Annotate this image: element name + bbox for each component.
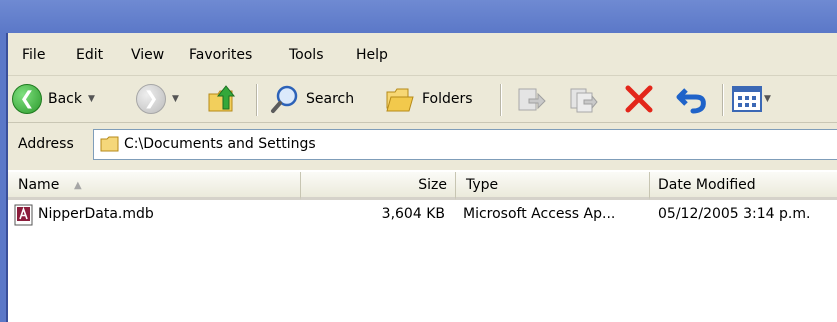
address-input[interactable]: C:\Documents and Settings [93,129,837,160]
column-type-label: Type [466,177,499,193]
forward-arrow-icon: ❯ [136,84,166,114]
folders-icon [386,88,414,112]
forward-button[interactable]: ❯ ▼ [136,84,179,114]
menu-edit[interactable]: Edit [76,47,103,63]
search-button[interactable]: Search [270,84,354,114]
table-row[interactable]: NipperData.mdb 3,604 KB Microsoft Access… [8,204,837,228]
column-header-date-modified[interactable]: Date Modified [650,172,837,200]
column-header-name[interactable]: Name ▲ [8,172,301,200]
toolbar-separator [256,84,258,116]
up-folder-button[interactable] [206,83,240,115]
menu-help[interactable]: Help [356,47,388,63]
window-title-bar[interactable] [0,0,837,33]
delete-icon [625,85,653,113]
back-label: Back [48,91,82,107]
search-label: Search [306,91,355,107]
file-name: NipperData.mdb [38,206,154,222]
back-button[interactable]: ❮ Back ▼ [12,84,95,114]
standard-toolbar: ❮ Back ▼ ❯ ▼ Search Folders ▼ [8,76,837,123]
menu-view[interactable]: View [131,47,164,63]
file-type: Microsoft Access Ap... [463,206,616,222]
views-dropdown-icon[interactable]: ▼ [764,94,771,104]
copy-to-icon [570,88,598,113]
copy-to-button[interactable] [568,84,598,114]
menu-bar: File Edit View Favorites Tools Help [8,33,837,76]
move-to-icon [518,88,546,111]
column-date-label: Date Modified [658,177,756,193]
toolbar-separator [722,84,724,116]
menu-file[interactable]: File [22,47,45,63]
menu-tools[interactable]: Tools [289,47,324,63]
address-label: Address [18,136,74,152]
delete-button[interactable] [624,84,654,114]
search-icon [271,85,298,113]
forward-dropdown-icon[interactable]: ▼ [172,94,179,104]
back-dropdown-icon[interactable]: ▼ [88,94,95,104]
sort-ascending-icon: ▲ [74,180,82,191]
address-path: C:\Documents and Settings [124,136,316,152]
folders-label: Folders [422,91,473,107]
up-folder-icon [208,85,236,112]
toolbar-separator [500,84,502,116]
column-header-size[interactable]: Size [301,172,456,200]
explorer-chrome: File Edit View Favorites Tools Help ❮ Ba… [8,33,837,170]
back-arrow-icon: ❮ [12,84,42,114]
access-database-file-icon [14,204,33,226]
file-size: 3,604 KB [381,206,445,222]
address-bar: Address C:\Documents and Settings [8,123,837,167]
undo-button[interactable] [676,84,708,114]
views-button[interactable]: ▼ [732,85,771,113]
menu-favorites[interactable]: Favorites [189,47,252,63]
undo-icon [676,88,706,114]
file-list: Name ▲ Size Type Date Modified NipperDat… [8,170,837,322]
folder-icon [100,136,119,152]
move-to-button[interactable] [516,84,546,114]
folders-button[interactable]: Folders [384,84,473,114]
views-icon [732,86,762,112]
file-date-modified: 05/12/2005 3:14 p.m. [658,206,811,222]
column-name-label: Name [18,177,60,193]
column-size-label: Size [418,177,447,193]
column-header-type[interactable]: Type [456,172,650,200]
